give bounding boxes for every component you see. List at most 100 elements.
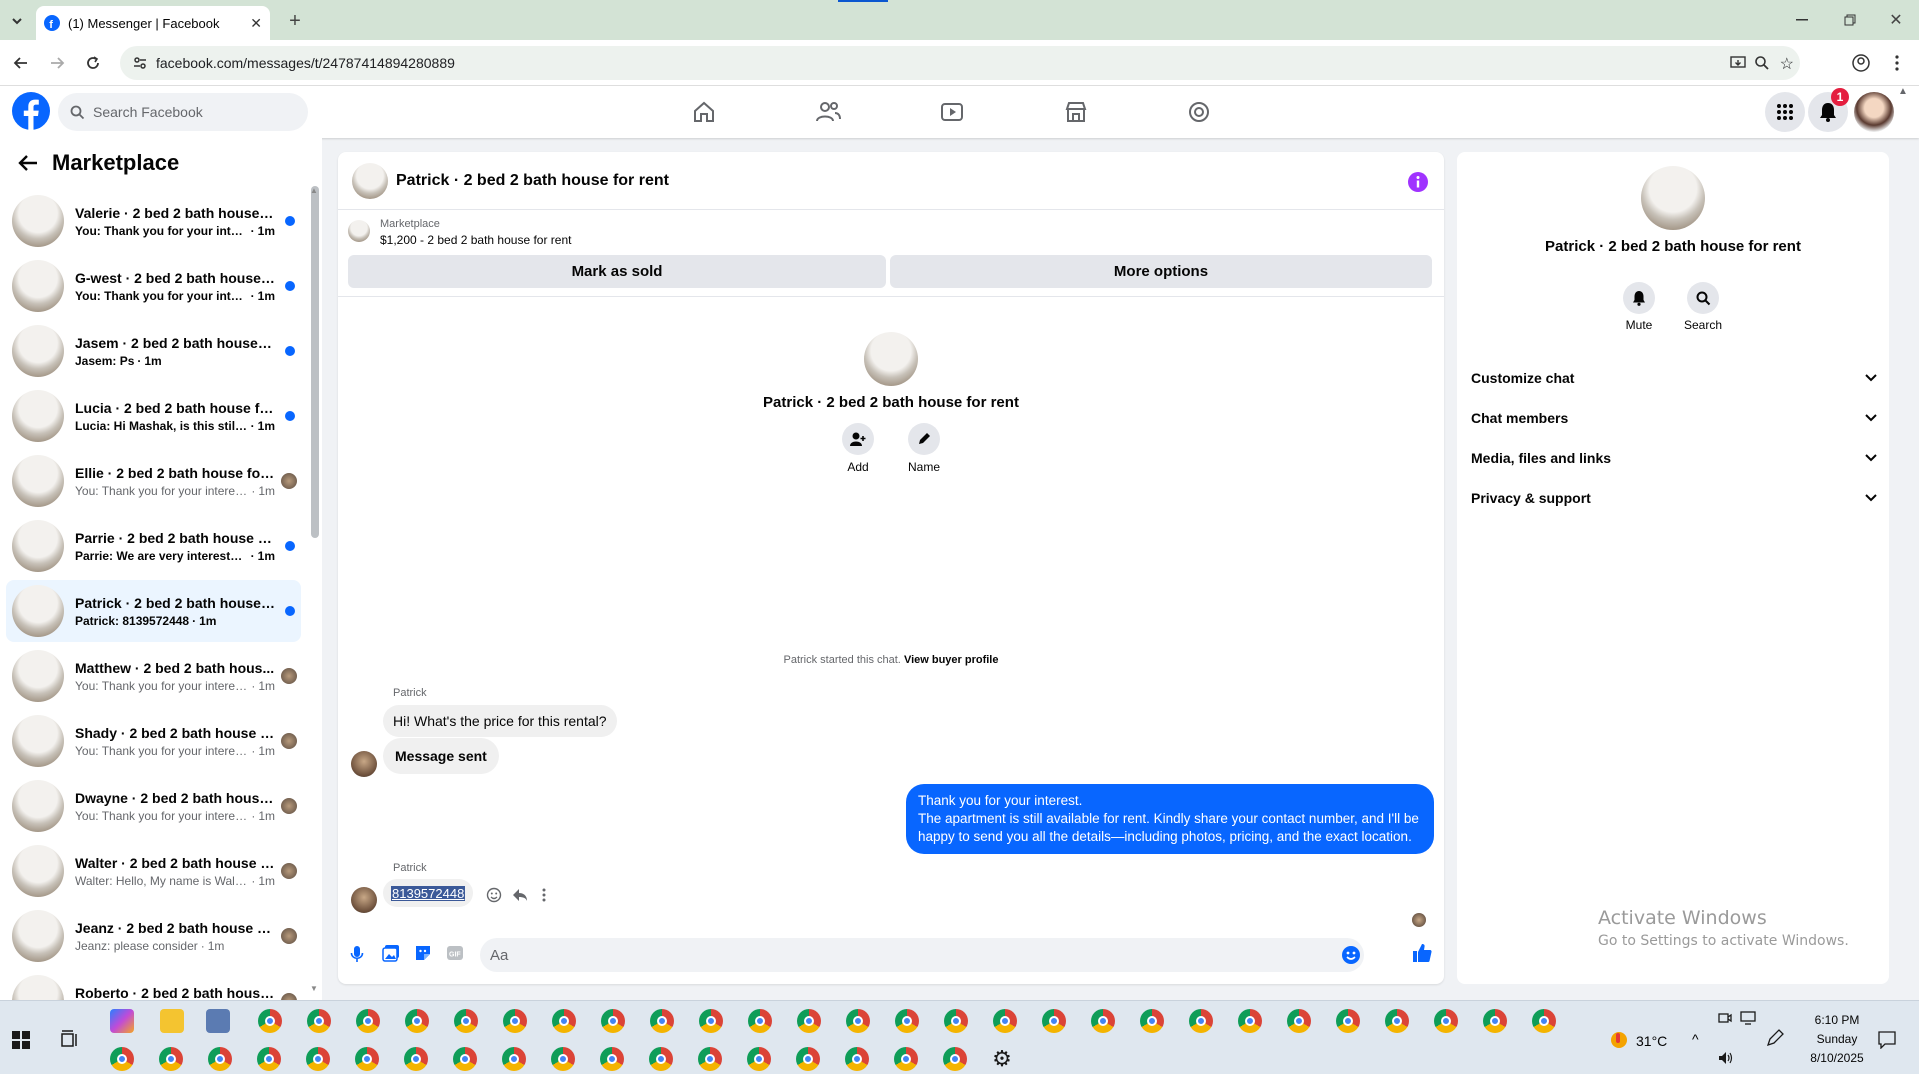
home-icon[interactable] <box>688 98 720 126</box>
conversation-item[interactable]: Walter · 2 bed 2 bath house for ... Walte… <box>6 840 301 902</box>
attach-photo-icon[interactable] <box>382 944 400 962</box>
conversation-item[interactable]: Dwayne · 2 bed 2 bath house fo... You: Th… <box>6 775 301 837</box>
video-icon[interactable] <box>936 98 968 126</box>
profile-icon[interactable] <box>1850 52 1872 74</box>
message-bubble[interactable]: 8139572448 <box>383 879 474 907</box>
chrome-window-icon[interactable] <box>1483 1009 1507 1033</box>
conversation-item[interactable]: Jasem · 2 bed 2 bath house fo... Jasem: P… <box>6 320 301 382</box>
conversation-item[interactable]: Jeanz · 2 bed 2 bath house for r... Jeanz… <box>6 905 301 967</box>
chrome-window-icon[interactable] <box>405 1009 429 1033</box>
chat-avatar[interactable] <box>352 162 388 199</box>
chrome-window-icon[interactable] <box>600 1047 624 1071</box>
chrome-window-icon[interactable] <box>208 1047 232 1071</box>
back-icon[interactable] <box>10 52 32 74</box>
scroll-up-arrow-icon[interactable]: ▲ <box>310 186 318 195</box>
weather-icon[interactable] <box>1608 1029 1630 1051</box>
close-tab-icon[interactable]: ✕ <box>250 15 262 32</box>
chrome-window-icon[interactable] <box>895 1009 919 1033</box>
sticker-icon[interactable] <box>414 944 432 962</box>
conversation-item[interactable]: Shady · 2 bed 2 bath house fo... You: Tha… <box>6 710 301 772</box>
chrome-window-icon[interactable] <box>943 1047 967 1071</box>
conversation-item[interactable]: Lucia · 2 bed 2 bath house for ... Lucia:… <box>6 385 301 447</box>
info-section-row[interactable]: Media, files and links <box>1471 444 1877 472</box>
tray-chevron-icon[interactable]: ^ <box>1692 1031 1699 1047</box>
info-section-row[interactable]: Chat members <box>1471 404 1877 432</box>
chrome-window-icon[interactable] <box>650 1009 674 1033</box>
chrome-window-icon[interactable] <box>1287 1009 1311 1033</box>
chrome-window-icon[interactable] <box>503 1009 527 1033</box>
minimize-icon[interactable] <box>1790 10 1814 30</box>
chrome-window-icon[interactable] <box>748 1009 772 1033</box>
message-input[interactable]: Aa <box>480 938 1364 972</box>
voice-clip-icon[interactable] <box>350 945 364 963</box>
sender-avatar[interactable] <box>351 887 377 913</box>
chrome-window-icon[interactable] <box>552 1009 576 1033</box>
chrome-window-icon[interactable] <box>258 1009 282 1033</box>
reply-icon[interactable] <box>512 888 528 902</box>
friends-icon[interactable] <box>812 98 844 126</box>
info-section-row[interactable]: Privacy & support <box>1471 484 1877 512</box>
info-section-row[interactable]: Customize chat <box>1471 364 1877 392</box>
clock[interactable]: 6:10 PM Sunday 8/10/2025 <box>1800 1011 1874 1068</box>
react-emoji-icon[interactable] <box>486 887 502 903</box>
marketplace-icon[interactable] <box>1060 98 1092 126</box>
conversation-item[interactable]: G-west · 2 bed 2 bath house f... You: Tha… <box>6 255 301 317</box>
chrome-window-icon[interactable] <box>699 1009 723 1033</box>
marketplace-listing[interactable]: Marketplace $1,200 - 2 bed 2 bath house … <box>348 218 571 247</box>
windows-start-icon[interactable] <box>12 1031 30 1049</box>
message-bubble[interactable]: Message sent <box>383 738 499 774</box>
chrome-window-icon[interactable] <box>502 1047 526 1071</box>
new-tab-icon[interactable]: + <box>284 10 306 32</box>
chrome-window-icon[interactable] <box>1385 1009 1409 1033</box>
chrome-window-icon[interactable] <box>257 1047 281 1071</box>
more-actions-icon[interactable] <box>542 887 546 903</box>
chrome-window-icon[interactable] <box>1336 1009 1360 1033</box>
chrome-window-icon[interactable] <box>747 1047 771 1071</box>
app-icon[interactable] <box>206 1009 230 1033</box>
bookmark-star-icon[interactable]: ☆ <box>1780 54 1794 74</box>
notification-center-icon[interactable] <box>1878 1031 1896 1049</box>
sender-avatar[interactable] <box>351 751 377 777</box>
chrome-window-icon[interactable] <box>307 1009 331 1033</box>
chrome-window-icon[interactable] <box>1189 1009 1213 1033</box>
chrome-window-icon[interactable] <box>1140 1009 1164 1033</box>
conversation-item[interactable]: Matthew · 2 bed 2 bath hous... You: Thank… <box>6 645 301 707</box>
pen-icon[interactable] <box>1766 1029 1784 1047</box>
chrome-window-icon[interactable] <box>306 1047 330 1071</box>
chrome-window-icon[interactable] <box>110 1047 134 1071</box>
chrome-window-icon[interactable] <box>404 1047 428 1071</box>
outgoing-message-bubble[interactable]: Thank you for your interest. The apartme… <box>906 784 1434 854</box>
chrome-window-icon[interactable] <box>796 1047 820 1071</box>
sidebar-scrollbar[interactable] <box>311 186 319 538</box>
selected-phone-number[interactable]: 8139572448 <box>391 886 466 901</box>
restore-icon[interactable] <box>1838 10 1862 30</box>
conversation-item[interactable]: Patrick · 2 bed 2 bath house fo... Patric… <box>6 580 301 642</box>
gif-icon[interactable]: GIF <box>446 945 464 961</box>
chrome-window-icon[interactable] <box>649 1047 673 1071</box>
copilot-icon[interactable] <box>110 1009 134 1033</box>
browser-menu-icon[interactable] <box>1886 52 1908 74</box>
forward-icon[interactable] <box>46 52 68 74</box>
browser-tab[interactable]: f (1) Messenger | Facebook ✕ <box>36 6 270 40</box>
mute-button[interactable] <box>1623 282 1655 314</box>
scroll-down-arrow-icon[interactable]: ▼ <box>310 984 318 993</box>
chrome-window-icon[interactable] <box>454 1009 478 1033</box>
install-app-icon[interactable] <box>1730 55 1746 71</box>
conversation-item[interactable]: Ellie · 2 bed 2 bath house for rent You: … <box>6 450 301 512</box>
chrome-window-icon[interactable] <box>551 1047 575 1071</box>
settings-gear-icon[interactable]: ⚙ <box>990 1047 1014 1071</box>
facebook-logo-icon[interactable] <box>12 92 50 130</box>
account-avatar[interactable] <box>1854 92 1894 132</box>
chrome-window-icon[interactable] <box>601 1009 625 1033</box>
chrome-window-icon[interactable] <box>1434 1009 1458 1033</box>
chrome-window-icon[interactable] <box>453 1047 477 1071</box>
search-facebook-input[interactable]: Search Facebook <box>58 93 308 131</box>
temperature[interactable]: 31°C <box>1636 1033 1667 1049</box>
add-button[interactable]: Add <box>836 423 880 474</box>
emoji-picker-icon[interactable] <box>1342 946 1360 964</box>
close-window-icon[interactable]: ✕ <box>1884 10 1908 30</box>
site-info-icon[interactable] <box>132 55 148 71</box>
conversation-item[interactable]: Roberto · 2 bed 2 bath house fo...You: T… <box>6 970 301 1000</box>
file-explorer-icon[interactable] <box>160 1009 184 1033</box>
view-buyer-profile-link[interactable]: View buyer profile <box>904 654 999 666</box>
